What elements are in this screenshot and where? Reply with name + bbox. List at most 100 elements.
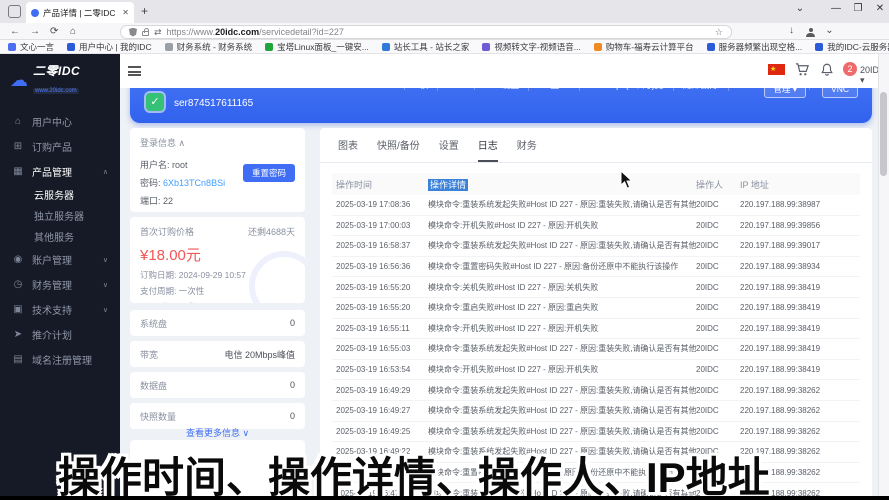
log-time: 2025-03-19 16:49:27 xyxy=(332,406,428,415)
extensions-icon[interactable]: ⌄ xyxy=(824,25,835,36)
bell-icon[interactable] xyxy=(820,62,834,77)
bookmark-item[interactable]: 视频转文字-视频语音... xyxy=(482,41,580,53)
log-table-row[interactable]: 2025-03-19 17:08:36 模块命令:重装系统发起失败#Host I… xyxy=(332,195,860,216)
sidebar-item-icon: ▤ xyxy=(12,354,24,365)
log-detail: 模块命令:开机失败#Host ID 227 - 原因:开机失败 xyxy=(428,220,696,231)
pay-cycle-value: 一次性 xyxy=(179,286,205,296)
status-check-icon: ✓ xyxy=(146,93,164,111)
browser-tab[interactable]: 产品详情 | 二零IDC ✕ xyxy=(26,2,134,23)
list-tabs-icon[interactable]: ⌄ xyxy=(790,3,810,14)
more-info-link[interactable]: 查看更多信息 ∨ xyxy=(130,426,305,439)
panel-tab[interactable]: 图表 xyxy=(338,137,358,162)
sidebar-item-label: 账户管理 xyxy=(32,252,72,267)
expire-label: 到期时间: xyxy=(140,302,176,303)
new-tab-button[interactable]: + xyxy=(141,4,148,18)
log-table-row[interactable]: 2025-03-19 16:49:25 模块命令:重装系统发起失败#Host I… xyxy=(332,422,860,443)
sidebar-item[interactable]: ▣ 技术支持 ∨ xyxy=(0,297,120,322)
bookmark-item[interactable]: 宝塔Linux面板_一键安... xyxy=(265,41,369,53)
reset-password-button[interactable]: 重置密码 xyxy=(243,164,295,182)
sidebar-item[interactable]: ⊞ 订购产品 xyxy=(0,134,120,159)
bookmark-item[interactable]: 服务器频繁出现空格... xyxy=(707,41,803,53)
panel-tab[interactable]: 快照/备份 xyxy=(377,137,420,162)
user-avatar[interactable]: 2 xyxy=(843,62,857,76)
log-time: 2025-03-19 16:49:29 xyxy=(332,386,428,395)
reload-icon[interactable]: ⟳ xyxy=(50,26,58,37)
log-ip: 220.197.188.99:38987 xyxy=(740,200,860,209)
log-ip: 220.197.188.99:38934 xyxy=(740,262,860,271)
shield-icon[interactable] xyxy=(129,28,137,37)
language-flag-icon[interactable]: ★ xyxy=(768,64,785,75)
server-spec-item: CentOS-7.5.2111-x64 xyxy=(300,88,405,90)
login-card-title[interactable]: 登录信息 ∧ xyxy=(140,136,295,149)
log-time: 2025-03-19 16:55:20 xyxy=(332,283,428,292)
server-spec-item: 4核 xyxy=(405,88,438,91)
tab-title: 产品详情 | 二零IDC xyxy=(43,7,118,19)
log-table-row[interactable]: 2025-03-19 16:56:36 模块命令:重置密码失败#Host ID … xyxy=(332,257,860,278)
firefox-view-icon[interactable] xyxy=(8,5,21,18)
log-table-row[interactable]: 2025-03-19 16:55:11 模块命令:开机失败#Host ID 22… xyxy=(332,319,860,340)
chevron-icon: ∨ xyxy=(103,306,108,314)
url-text[interactable]: https://www.20idc.com/servicedetail?id=2… xyxy=(167,27,710,37)
forward-icon[interactable]: → xyxy=(30,26,40,37)
sidebar-item[interactable]: ▤ 域名注册管理 xyxy=(0,347,120,372)
info-row-value: 0 xyxy=(290,318,295,328)
hamburger-icon[interactable] xyxy=(128,66,141,76)
account-icon[interactable] xyxy=(806,28,815,37)
log-table-header: 操作时间 操作详情 操作人 IP 地址 xyxy=(332,173,860,195)
bookmark-item[interactable]: 财务系统 - 财务系统 xyxy=(165,41,253,53)
brand-logo[interactable]: ☁ 二零IDC www.20idc.com xyxy=(0,54,120,103)
log-table-row[interactable]: 2025-03-19 16:55:20 模块命令:重启失败#Host ID 22… xyxy=(332,298,860,319)
url-path: /servicedetail?id=227 xyxy=(259,27,344,37)
log-table-row[interactable]: 2025-03-19 16:49:27 模块命令:重装系统发起失败#Host I… xyxy=(332,401,860,422)
vnc-button[interactable]: VNC xyxy=(822,88,858,98)
lock-icon[interactable] xyxy=(142,31,149,36)
sidebar-item[interactable]: ▦ 产品管理 ∧ xyxy=(0,159,120,184)
manage-button[interactable]: 管理 ▾ xyxy=(764,88,806,98)
log-table-row[interactable]: 2025-03-19 16:53:54 模块命令:开机失败#Host ID 22… xyxy=(332,360,860,381)
bookmark-label: 文心一言 xyxy=(20,41,54,53)
sidebar-item[interactable]: ⌂ 用户中心 xyxy=(0,109,120,134)
minimize-button[interactable]: — xyxy=(826,3,846,14)
sidebar-item[interactable]: ◷ 财务管理 ∨ xyxy=(0,272,120,297)
downloads-icon[interactable]: ↓ xyxy=(786,25,797,36)
tab-close-icon[interactable]: ✕ xyxy=(122,8,129,17)
close-button[interactable]: ✕ xyxy=(870,3,889,14)
log-table-row[interactable]: 2025-03-19 16:49:29 模块命令:重装系统发起失败#Host I… xyxy=(332,380,860,401)
back-icon[interactable]: ← xyxy=(10,26,20,37)
url-scheme: https://www. xyxy=(167,27,216,37)
cart-icon[interactable] xyxy=(795,62,810,77)
bookmark-item[interactable]: 站长工具 - 站长之家 xyxy=(382,41,470,53)
log-operator: 20IDC xyxy=(696,386,740,395)
panel-tab[interactable]: 日志 xyxy=(478,137,498,162)
password-label: 密码: xyxy=(140,178,161,188)
url-bar[interactable]: ⇄ https://www.20idc.com/servicedetail?id… xyxy=(120,25,732,39)
scrollbar-thumb[interactable] xyxy=(880,92,887,176)
sidebar: ☁ 二零IDC www.20idc.com ⌂ 用户中心 ⊞ 订购产品 ▦ 产品… xyxy=(0,54,120,496)
restore-button[interactable]: ❐ xyxy=(848,3,868,14)
log-table-row[interactable]: 2025-03-19 16:58:37 模块命令:重装系统发起失败#Host I… xyxy=(332,236,860,257)
sidebar-item[interactable]: ➤ 推介计划 xyxy=(0,322,120,347)
collapse-icon[interactable]: ∧ xyxy=(179,138,186,148)
log-table-row[interactable]: 2025-03-19 16:55:03 模块命令:重装系统发起失败#Host I… xyxy=(332,339,860,360)
log-table-row[interactable]: 2025-03-19 16:55:20 模块命令:关机失败#Host ID 22… xyxy=(332,277,860,298)
sidebar-item-label: 财务管理 xyxy=(32,277,72,292)
bookmark-item[interactable]: 文心一言 xyxy=(8,41,54,53)
bookmark-star-icon[interactable]: ☆ xyxy=(715,27,723,38)
log-operator: 20IDC xyxy=(696,406,740,415)
bookmark-item[interactable]: 用户中心 | 我的IDC xyxy=(67,41,152,53)
swap-icon[interactable]: ⇄ xyxy=(154,27,162,38)
bookmark-item[interactable]: 我的IDC-云服务器主... xyxy=(815,41,889,53)
panel-tab-label: 图表 xyxy=(338,141,358,152)
bookmark-item[interactable]: 购物车-福寿云计算平台 xyxy=(594,41,694,53)
log-table-row[interactable]: 2025-03-19 17:00:03 模块命令:开机失败#Host ID 22… xyxy=(332,216,860,237)
sidebar-item[interactable]: 其他服务 xyxy=(0,226,120,247)
panel-tab[interactable]: 设置 xyxy=(439,137,459,162)
bookmark-favicon xyxy=(382,43,390,51)
order-card-title: 首次订购价格 xyxy=(140,225,194,238)
sidebar-item[interactable]: ◉ 账户管理 ∨ xyxy=(0,247,120,272)
panel-tab[interactable]: 财务 xyxy=(517,137,537,162)
info-row-label: 数据盘 xyxy=(140,379,167,392)
sidebar-item[interactable]: 独立服务器 xyxy=(0,205,120,226)
home-icon[interactable]: ⌂ xyxy=(70,26,76,37)
sidebar-item[interactable]: 云服务器 xyxy=(0,184,120,205)
